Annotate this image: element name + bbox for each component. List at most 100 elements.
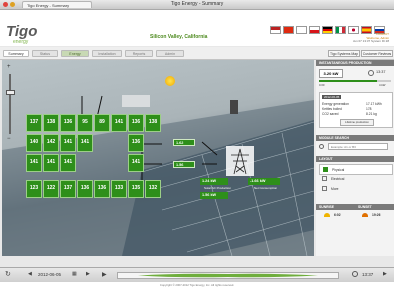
solar-panel[interactable]: 141 [128,154,144,172]
panel-power-value: 89 [99,119,105,125]
sunrise-title: SUNRISE [316,204,355,210]
solar-panel[interactable]: 141 [43,154,59,172]
window-title: Tigo Energy - Summary [170,1,224,7]
solar-panel[interactable]: 135 [128,180,144,198]
customer-reviews-button[interactable]: Customer Reviews [361,50,393,57]
timeline-date[interactable]: 2012-06-05 [38,272,61,277]
lifetime-production-button[interactable]: Lifetime production [340,119,374,126]
panel-power-value: 123 [29,185,39,191]
calendar-icon[interactable]: ▦ [72,271,77,277]
tab-status[interactable]: Status [32,50,58,57]
solar-panel[interactable]: 136 [94,180,110,198]
tab-energy[interactable]: Energy [61,50,89,57]
timeline-time[interactable]: 13:37 [362,272,373,277]
flag-cz-icon[interactable] [309,26,320,34]
panel-power-value: 138 [46,119,56,125]
solar-production-label: Solar AC Production [204,186,232,190]
energy-label-0: Energy generation [322,102,349,106]
tab-reports[interactable]: Reports [125,50,153,57]
prev-day-icon[interactable]: ◀ [28,271,32,277]
search-icon [319,144,324,149]
solar-panel[interactable]: 122 [43,180,59,198]
panel-power-value: 136 [63,119,73,125]
solar-panel[interactable]: 138 [145,114,161,132]
browser-window: Tigo Energy - Summary Tigo Energy - Summ… [0,0,394,288]
right-sidebar: INSTANTANEOUS PRODUCTION 3.20 kW 13:37 0… [316,60,394,256]
energy-label-2: CO2 saved [322,112,339,116]
physical-layout-icon [323,167,328,172]
flag-kr-icon[interactable] [296,26,307,34]
flag-cn-icon[interactable] [283,26,294,34]
solar-panel[interactable]: 136 [128,114,144,132]
instant-time: 13:37 [376,70,386,74]
panel-power-value: 142 [46,139,56,145]
solar-panel[interactable]: 140 [26,134,42,152]
string-value-a[interactable]: 1.62 [173,139,195,146]
panel-power-value: 141 [114,119,124,125]
panel-power-value: 137 [63,185,73,191]
solar-panel[interactable]: 123 [26,180,42,198]
energy-date: 2012-06-05 [322,95,342,99]
panel-power-value: 140 [29,139,39,145]
sunset-time: 19:26 [372,213,381,217]
flag-us-icon[interactable] [270,26,281,34]
layout-option-more[interactable]: More [319,184,391,193]
net-consumption-label: Net Consumption [254,186,278,190]
layout-option-physical-label: Physical [332,167,345,172]
solar-panel[interactable]: 138 [43,114,59,132]
solar-panel[interactable]: 133 [111,180,127,198]
next-time-icon[interactable]: ▶ [383,271,387,277]
play-icon[interactable]: ▶ [102,271,107,278]
panel-power-value: 95 [82,119,88,125]
solar-panel[interactable]: 141 [77,134,93,152]
electrical-layout-icon [322,176,327,181]
clock-icon [368,70,374,76]
refresh-icon[interactable]: ↻ [5,270,11,278]
header-info: LOGOUT Welcome, Admin Jun 07 13:37 Syste… [352,32,389,44]
site-header: Tigo energy Silicon Valley, California L… [0,10,394,46]
timeline-slider[interactable] [117,272,339,279]
timeline-bar: ↻ ◀ 2012-06-05 ▦ ▶ ▶ 13:37 ▶ [0,267,394,282]
panel-power-value: 135 [131,185,141,191]
panel-power-value: 141 [131,159,141,165]
roof-view[interactable]: + − 137 138 136 95 89 141 136 138 140 142 141 141 13… [2,60,314,256]
system-info: Jun 07 13:37 System ID 28 [352,39,389,43]
solar-panel[interactable]: 137 [60,180,76,198]
systems-map-button[interactable]: Tigo Systems Map [328,50,360,57]
footer: Copyright © 2007-2012 Tigo Energy, Inc. … [0,282,394,288]
solar-panel[interactable]: 136 [128,134,144,152]
module-search-input[interactable] [328,143,388,150]
solar-panel[interactable]: 95 [77,114,93,132]
panel-power-value: 141 [63,159,73,165]
flag-it-icon[interactable] [335,26,346,34]
location-title: Silicon Valley, California [150,34,208,40]
sunrise-time: 6:02 [334,213,341,217]
solar-panel[interactable]: 142 [43,134,59,152]
tab-summary[interactable]: Summary [3,50,29,57]
string-value-b[interactable]: 1.56 [173,161,195,168]
solar-production-value: 1.24 kW [200,178,228,185]
instant-production-title: INSTANTANEOUS PRODUCTION [316,60,394,66]
panel-power-value: 138 [148,119,158,125]
solar-panel[interactable]: 141 [111,114,127,132]
main-tabs: Summary Status Energy Installation Repor… [0,47,394,60]
production-gauge [319,80,391,82]
layout-option-electrical[interactable]: Electrical [319,174,391,183]
production-gauge-fill [319,80,377,82]
tab-admin[interactable]: Admin [156,50,184,57]
solar-panel[interactable]: 136 [60,114,76,132]
more-layout-icon [322,186,327,191]
solar-panel[interactable]: 132 [145,180,161,198]
layout-title: LAYOUT [316,156,394,162]
next-day-icon[interactable]: ▶ [86,271,90,277]
solar-panel[interactable]: 136 [77,180,93,198]
solar-panel[interactable]: 89 [94,114,110,132]
panel-power-value: 137 [29,119,39,125]
flag-de-icon[interactable] [322,26,333,34]
solar-panel[interactable]: 141 [26,154,42,172]
tab-installation[interactable]: Installation [92,50,122,57]
solar-panel[interactable]: 141 [60,154,76,172]
solar-panel[interactable]: 141 [60,134,76,152]
solar-panel[interactable]: 137 [26,114,42,132]
net-consumption-value: -1.66 kW [248,178,280,185]
